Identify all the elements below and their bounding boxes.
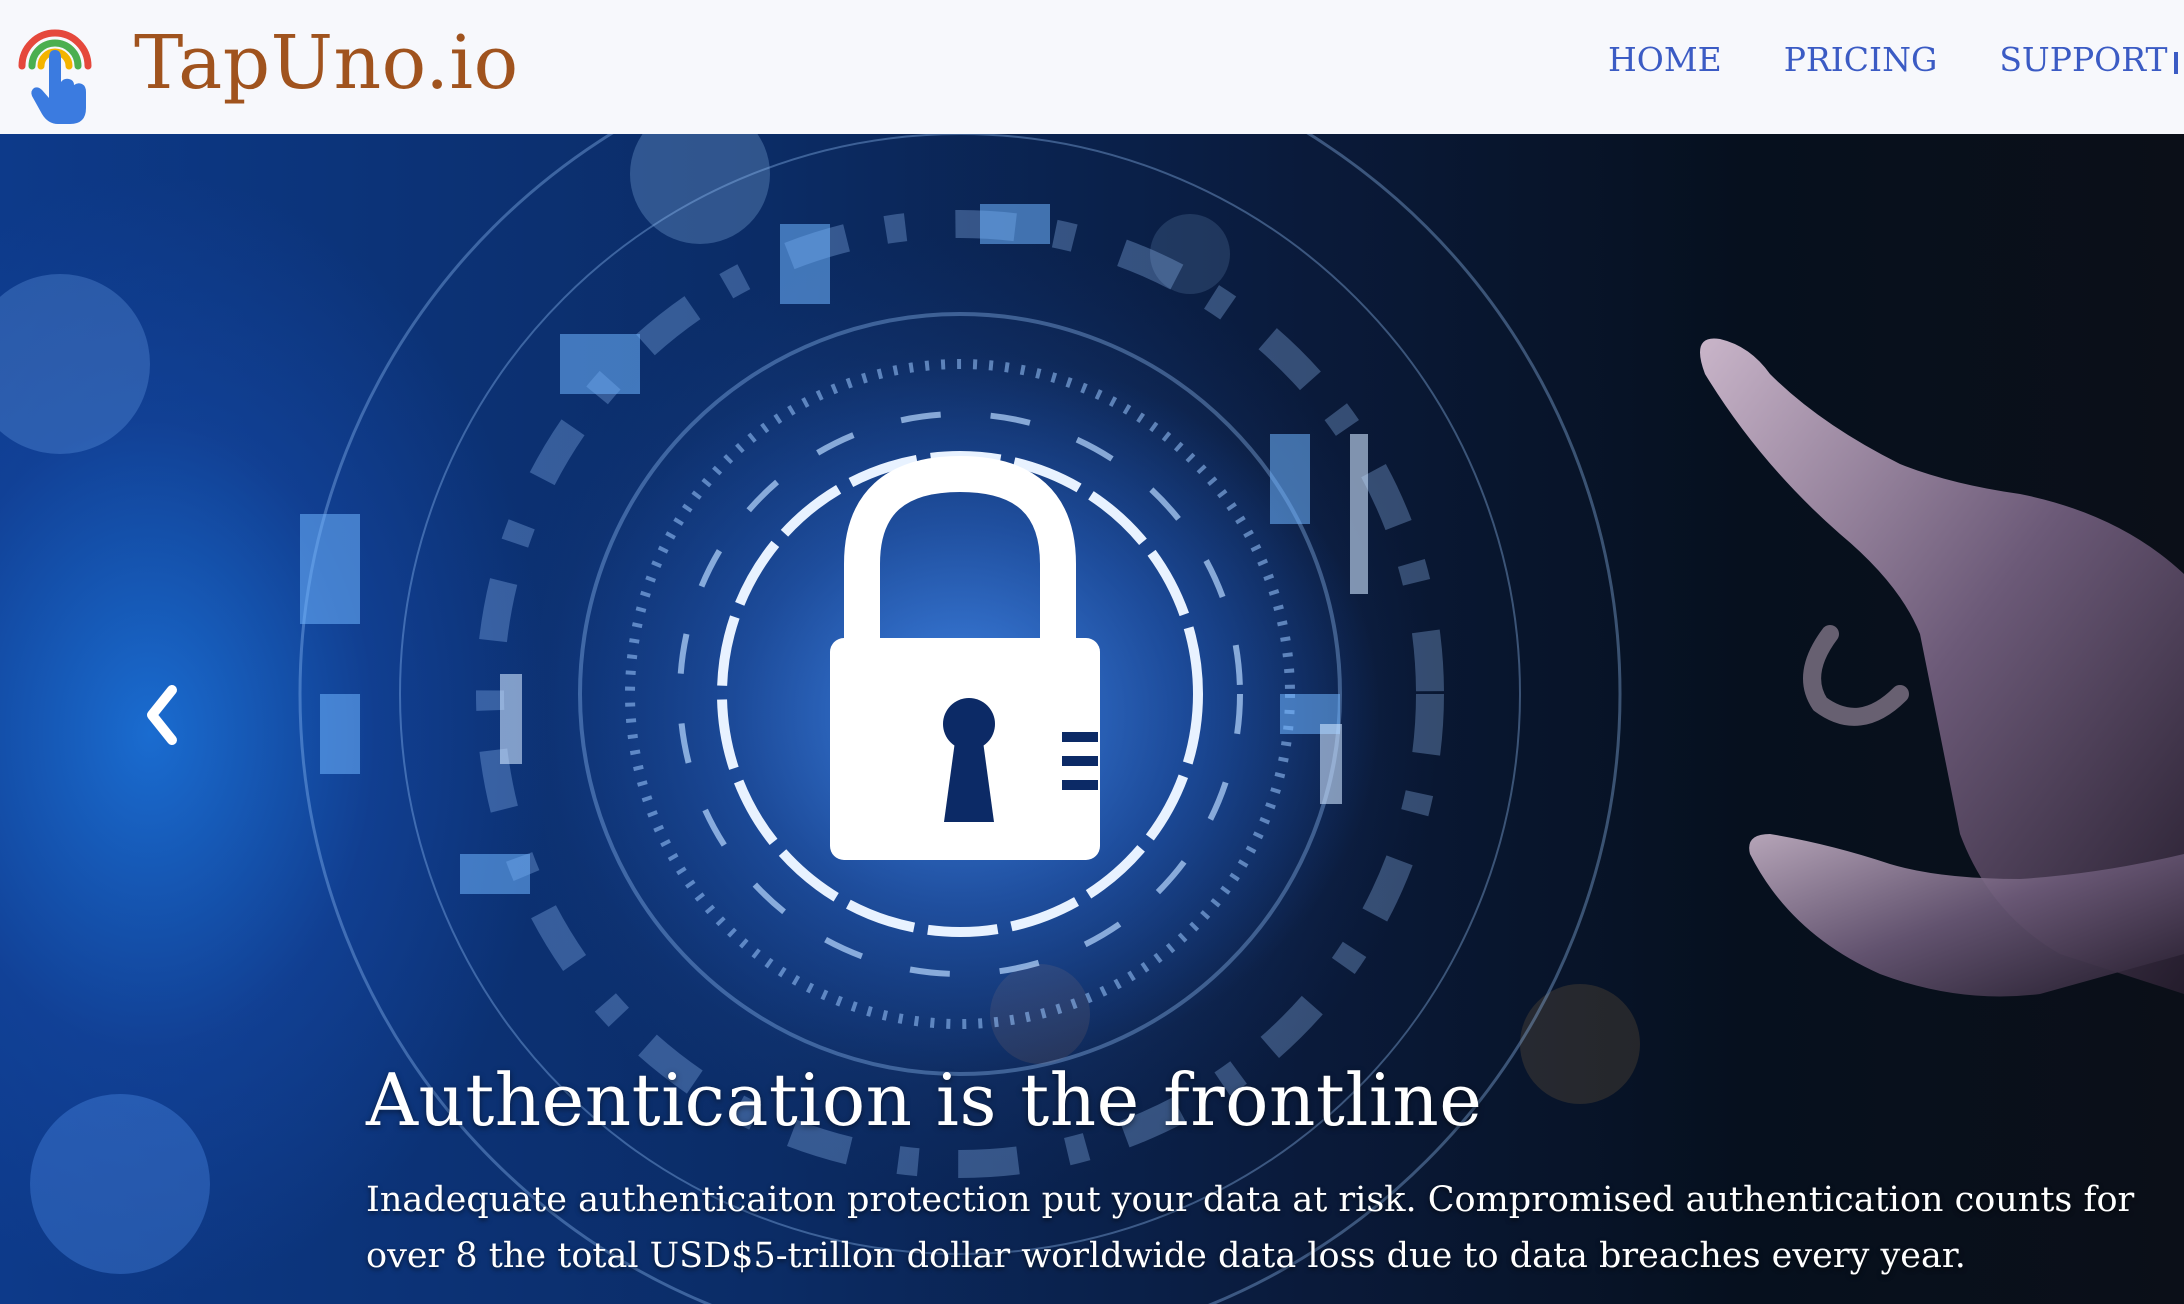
hero-title: Authentication is the frontline	[366, 1058, 1483, 1142]
brand-name: TapUno.io	[134, 20, 519, 106]
hand-image	[1700, 338, 2184, 997]
hero-carousel: Authentication is the frontline Inadequa…	[0, 134, 2184, 1304]
main-nav: HOME PRICING SUPPORT	[1608, 40, 2184, 79]
top-navbar: TapUno.io HOME PRICING SUPPORT	[0, 0, 2184, 134]
nav-pricing-link[interactable]: PRICING	[1784, 40, 1938, 79]
hero-caption: Authentication is the frontline Inadequa…	[366, 1064, 2184, 1284]
nav-home-link[interactable]: HOME	[1608, 40, 1722, 79]
tap-finger-rainbow-icon	[18, 29, 92, 124]
hero-description: Inadequate authenticaiton protection put…	[366, 1180, 2135, 1276]
chevron-left-icon[interactable]	[140, 680, 180, 750]
nav-overflow-link[interactable]	[2174, 52, 2184, 74]
nav-support-link[interactable]: SUPPORT	[1999, 40, 2167, 79]
brand-link[interactable]: TapUno.io	[12, 8, 519, 126]
